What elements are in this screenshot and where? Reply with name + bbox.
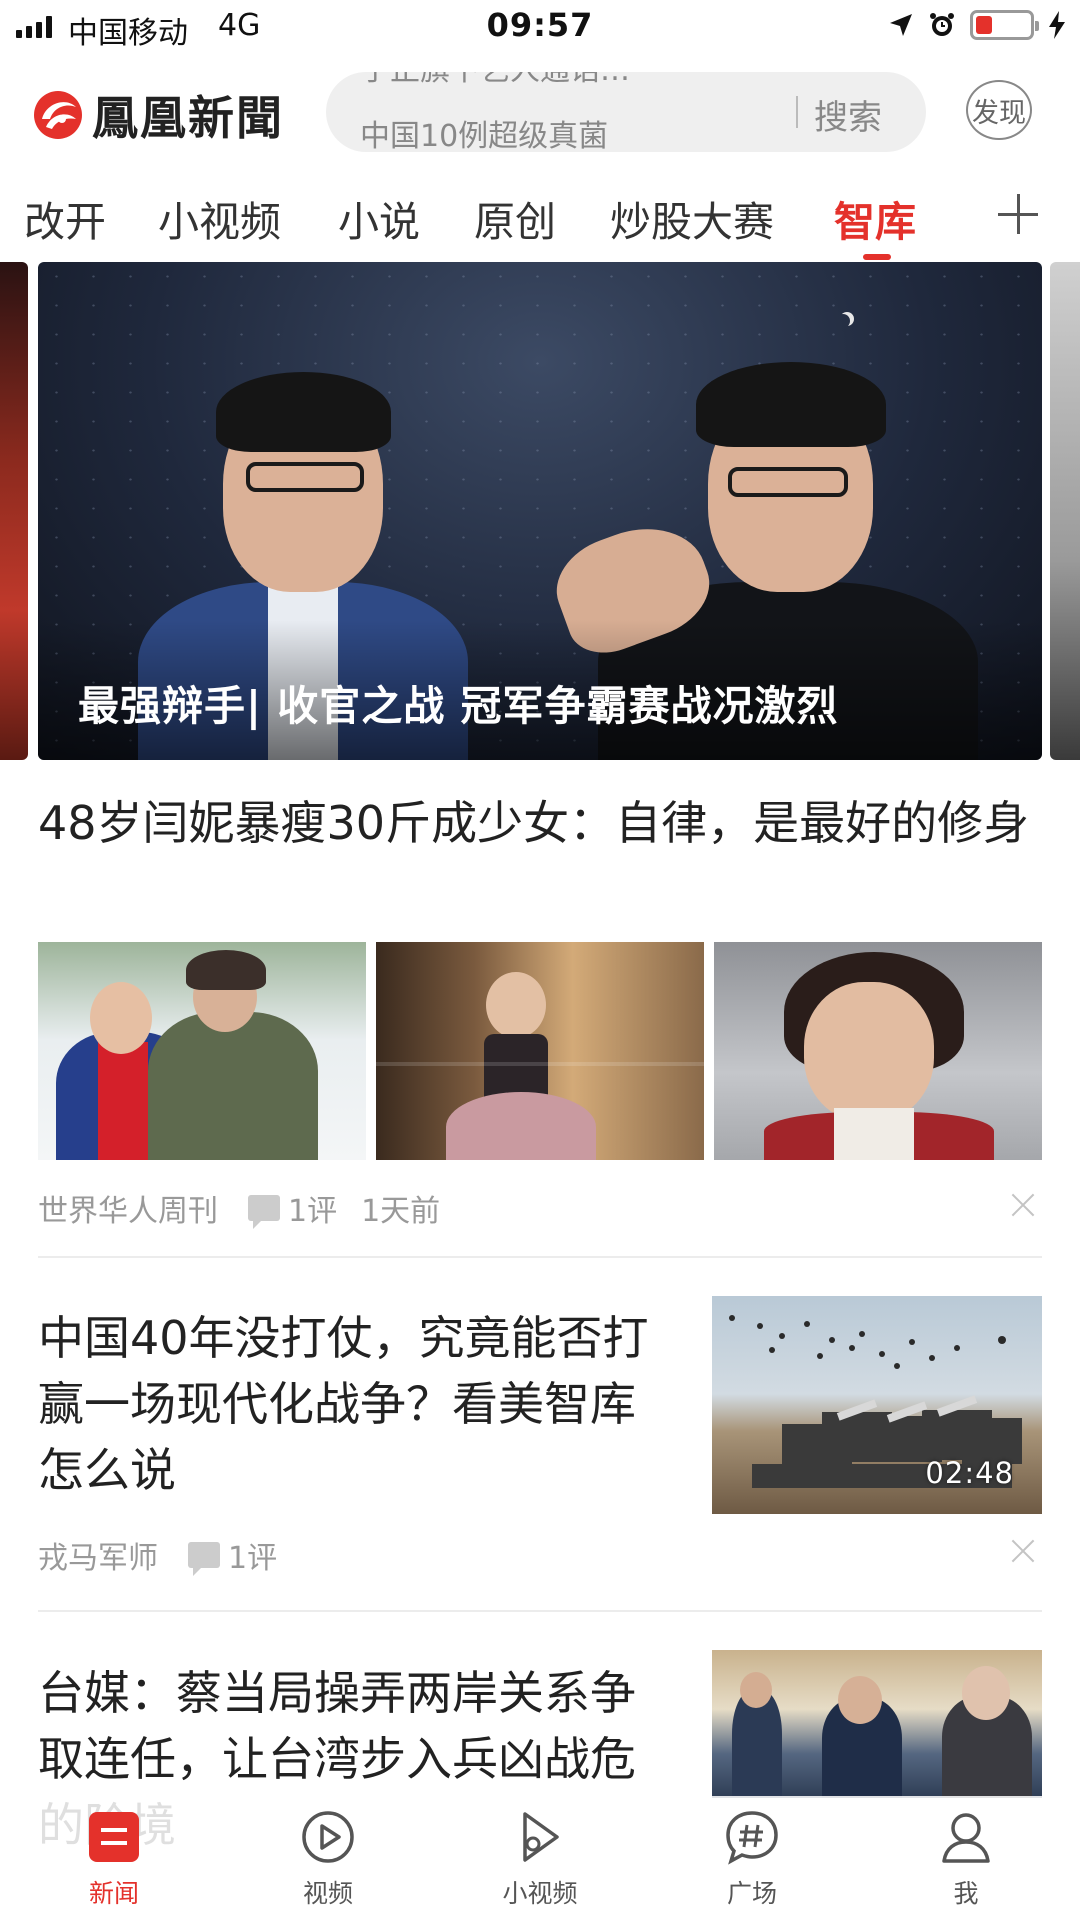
app-header: 鳳凰新聞 于正旗下艺人通话… 中国10例超级真菌 搜索 发现 <box>0 60 1080 160</box>
article-image-gallery[interactable] <box>38 942 1042 1160</box>
search-bar[interactable]: 于正旗下艺人通话… 中国10例超级真菌 搜索 <box>326 72 926 152</box>
logo-text: 鳳凰新聞 <box>92 91 284 145</box>
article-title[interactable]: 48岁闫妮暴瘦30斤成少女：自律，是最好的修身 <box>38 792 1042 854</box>
news-icon <box>89 1812 139 1862</box>
article-divider <box>38 1256 1042 1258</box>
nav-me[interactable]: 我 <box>896 1808 1036 1910</box>
tab-novel[interactable]: 小说 <box>338 188 420 248</box>
search-suggestion: 中国10例超级真菌 <box>360 119 609 152</box>
nav-short-video[interactable]: 小视频 <box>470 1808 610 1910</box>
search-divider <box>796 96 798 128</box>
hero-caption: 最强辩手| 收官之战 冠军争霸赛战况激烈 <box>78 682 839 730</box>
tab-stock-contest[interactable]: 炒股大赛 <box>610 188 774 248</box>
location-arrow-icon <box>890 14 912 36</box>
discover-label: 发现 <box>972 97 1026 129</box>
moon-decoration <box>836 314 850 328</box>
app-logo[interactable]: 鳳凰新聞 <box>32 82 284 148</box>
nav-news[interactable]: 新闻 <box>44 1808 184 1910</box>
profile-icon <box>942 1813 990 1863</box>
battery-icon <box>970 10 1039 40</box>
article-title[interactable]: 中国40年没打仗，究竟能否打赢一场现代化战争？看美智库怎么说 <box>38 1305 678 1503</box>
comment-icon <box>248 1195 280 1229</box>
search-button[interactable]: 搜索 <box>814 90 882 139</box>
video-thumbnail[interactable]: 02:48 <box>712 1296 1042 1514</box>
nav-label: 我 <box>953 1879 979 1908</box>
article-source: 戎马军师 <box>38 1541 158 1576</box>
square-hash-icon <box>726 1811 778 1865</box>
battery-level <box>976 16 992 34</box>
carousel-hero-slide[interactable]: 最强辩手| 收官之战 冠军争霸赛战况激烈 <box>38 262 1042 760</box>
article-thumbnail[interactable] <box>712 1650 1042 1798</box>
comment-count: 1评 <box>288 1194 338 1229</box>
discover-button[interactable]: 发现 <box>966 80 1032 140</box>
add-channel-icon[interactable] <box>998 194 1038 234</box>
video-play-icon <box>302 1811 354 1863</box>
nav-label: 新闻 <box>88 1879 139 1908</box>
dismiss-article-icon[interactable] <box>1010 1192 1036 1218</box>
dismiss-article-icon[interactable] <box>1010 1538 1036 1564</box>
search-suggestion-ticker: 于正旗下艺人通话… 中国10例超级真菌 <box>360 72 630 152</box>
article-time: 1天前 <box>361 1194 441 1229</box>
short-video-icon <box>523 1812 559 1862</box>
nav-label: 小视频 <box>502 1879 578 1908</box>
tab-short-video[interactable]: 小视频 <box>158 188 281 248</box>
article-thumbnail <box>376 942 704 1160</box>
search-suggestion: 于正旗下艺人通话… <box>360 72 630 112</box>
carousel-prev-slide[interactable] <box>0 262 28 760</box>
tab-original[interactable]: 原创 <box>474 188 556 248</box>
article-meta: 戎马军师 1评 <box>38 1533 277 1577</box>
carousel-next-slide[interactable] <box>1050 262 1080 760</box>
nav-square[interactable]: 广场 <box>682 1808 822 1910</box>
status-bar: 中国移动 4G 09:57 <box>0 0 1080 56</box>
article-meta: 世界华人周刊 1评 1天前 <box>38 1186 440 1230</box>
article-source: 世界华人周刊 <box>38 1194 218 1229</box>
phoenix-logo-icon <box>34 91 82 139</box>
nav-video[interactable]: 视频 <box>258 1808 398 1910</box>
tab-gaikai[interactable]: 改开 <box>24 188 106 248</box>
comment-count: 1评 <box>228 1541 278 1576</box>
channel-tabs: 改开 小视频 小说 原创 炒股大赛 智库 <box>0 180 1080 260</box>
tab-think-tank[interactable]: 智库 <box>834 188 916 248</box>
article-divider <box>38 1610 1042 1612</box>
alarm-clock-icon <box>930 13 954 36</box>
status-icons <box>888 10 1066 40</box>
charging-bolt-icon <box>1049 11 1065 39</box>
bottom-navigation: 新闻 视频 小视频 广场 我 <box>0 1796 1080 1920</box>
video-duration: 02:48 <box>925 1456 1014 1490</box>
article-thumbnail <box>714 942 1042 1160</box>
comment-icon <box>188 1542 220 1576</box>
nav-label: 广场 <box>726 1879 777 1908</box>
nav-label: 视频 <box>302 1879 353 1908</box>
article-thumbnail <box>38 942 366 1160</box>
active-tab-indicator <box>863 254 891 260</box>
